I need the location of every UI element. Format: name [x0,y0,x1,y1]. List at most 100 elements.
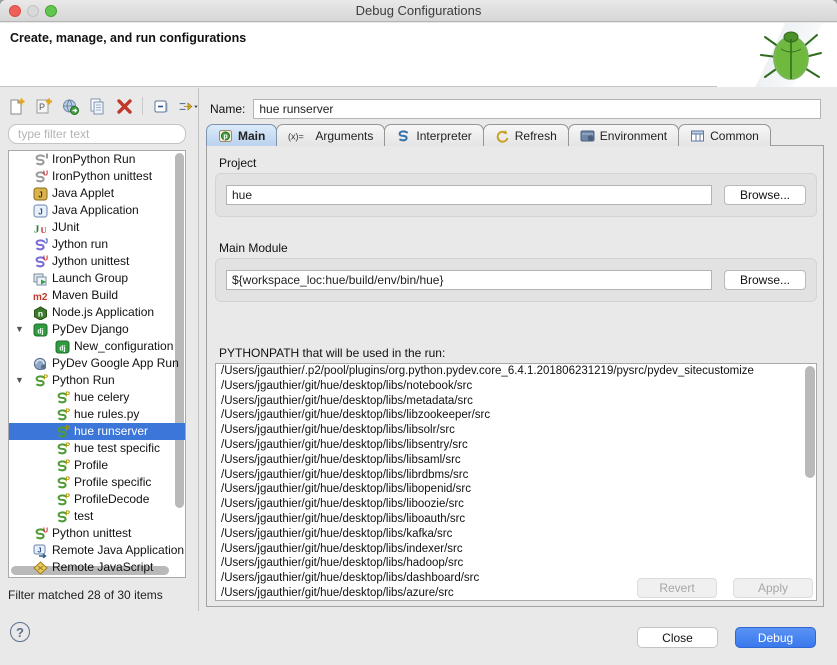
tree-item-profiledecode[interactable]: PProfileDecode [9,491,185,508]
new-configuration-icon[interactable] [6,96,26,116]
tab-refresh[interactable]: Refresh [483,124,569,146]
pythonpath-entry[interactable]: /Users/jgauthier/git/hue/desktop/libs/li… [216,512,816,527]
bug-icon [751,25,829,85]
tree-item-python-run[interactable]: ▼PPython Run [9,372,185,389]
pythonpath-entry[interactable]: /Users/jgauthier/git/hue/desktop/libs/no… [216,379,816,394]
pythonpath-label: PYTHONPATH that will be used in the run: [219,346,445,360]
collapse-all-icon[interactable] [151,96,171,116]
config-tabs: pMain(x)=ArgumentsInterpreterRefreshEnvi… [206,124,770,146]
svg-text:m2: m2 [33,292,48,303]
new-prototype-icon[interactable]: P [33,96,53,116]
python-icon: P [55,442,70,456]
filter-status: Filter matched 28 of 30 items [8,588,163,602]
svg-text:dj: dj [37,328,43,335]
pythonpath-entry[interactable]: /Users/jgauthier/git/hue/desktop/libs/li… [216,408,816,423]
pythonpath-entry[interactable]: /Users/jgauthier/git/hue/desktop/libs/me… [216,394,816,409]
svg-text:J: J [34,223,40,235]
gae-icon [33,357,48,371]
project-browse-button[interactable]: Browse... [724,185,806,205]
duplicate-icon[interactable] [87,96,107,116]
tree-item-jython-unittest[interactable]: UJython unittest [9,253,185,270]
svg-text:P: P [65,493,70,500]
name-label: Name: [210,102,245,116]
tree-item-junit[interactable]: JU JUnit [9,219,185,236]
tree-item-label: hue test specific [74,440,160,457]
tree-item-python-unittest[interactable]: UPython unittest [9,525,185,542]
tree-item-label: JUnit [52,219,79,236]
expand-caret[interactable]: ▼ [15,372,24,389]
name-input[interactable] [253,99,821,119]
tree-item-hue-runserver[interactable]: Phue runserver [9,423,185,440]
tree-item-ironpython-unittest[interactable]: UIronPython unittest [9,168,185,185]
pythonpath-entry[interactable]: /Users/jgauthier/git/hue/desktop/libs/li… [216,438,816,453]
tree-item-profile[interactable]: PProfile [9,457,185,474]
pythonpath-entry[interactable]: /Users/jgauthier/git/hue/desktop/libs/in… [216,542,816,557]
svg-text:J: J [38,207,42,216]
tree-item-pydev-django[interactable]: ▼djPyDev Django [9,321,185,338]
python-unittest-icon: U [33,527,48,541]
pythonpath-entry[interactable]: /Users/jgauthier/git/hue/desktop/libs/ka… [216,527,816,542]
tab-environment[interactable]: Environment [568,124,679,146]
export-configuration-icon[interactable] [60,96,80,116]
filter-launch-icon[interactable] [178,96,198,116]
tree-item-java-application[interactable]: JJava Application [9,202,185,219]
python-icon: P [55,510,70,524]
tree-item-hue-test-specific[interactable]: Phue test specific [9,440,185,457]
svg-text:P: P [38,102,44,112]
tree-item-hue-celery[interactable]: Phue celery [9,389,185,406]
delete-icon[interactable] [114,96,134,116]
svg-text:U: U [41,225,47,235]
tree-item-label: Profile [74,457,108,474]
expand-caret[interactable]: ▼ [15,321,24,338]
apply-button[interactable]: Apply [733,578,813,598]
project-input[interactable] [226,185,712,205]
project-group-label: Project [219,156,256,170]
filter-input[interactable] [8,124,186,144]
node-icon: n [33,306,48,320]
tree-item-hue-rules-py[interactable]: Phue rules.py [9,406,185,423]
titlebar: Debug Configurations [0,0,837,22]
revert-button[interactable]: Revert [637,578,717,598]
close-button[interactable]: Close [637,627,718,648]
pythonpath-list[interactable]: /Users/jgauthier/.p2/pool/plugins/org.py… [215,363,817,601]
main-module-input[interactable] [226,270,712,290]
tab-common[interactable]: Common [678,124,771,146]
main-module-browse-button[interactable]: Browse... [724,270,806,290]
tree-item-remote-javascript[interactable]: Remote JavaScript [9,559,185,576]
pythonpath-entry[interactable]: /Users/jgauthier/git/hue/desktop/libs/ha… [216,556,816,571]
tree-item-label: Python Run [52,372,115,389]
maven-icon: m2 [33,289,48,303]
tab-interpreter[interactable]: Interpreter [384,124,483,146]
tree-item-remote-java-application[interactable]: JRemote Java Application [9,542,185,559]
svg-text:p: p [223,133,227,140]
svg-text:dj: dj [59,345,65,352]
tab-arguments[interactable]: (x)=Arguments [276,124,385,146]
svg-text:P: P [65,510,70,517]
pythonpath-entry[interactable]: /Users/jgauthier/git/hue/desktop/libs/li… [216,482,816,497]
tree-item-profile-specific[interactable]: P Profile specific [9,474,185,491]
tree-item-ironpython-run[interactable]: IIronPython Run [9,151,185,168]
pythonpath-entry[interactable]: /Users/jgauthier/git/hue/desktop/libs/li… [216,468,816,483]
pythonpath-entry[interactable]: /Users/jgauthier/git/hue/desktop/libs/li… [216,423,816,438]
pythonpath-entry[interactable]: /Users/jgauthier/.p2/pool/plugins/org.py… [216,364,816,379]
tree-item-pydev-google-app-run[interactable]: PyDev Google App Run [9,355,185,372]
tree-item-jython-run[interactable]: JJython run [9,236,185,253]
tree-item-maven-build[interactable]: m2Maven Build [9,287,185,304]
pythonpath-entry[interactable]: /Users/jgauthier/git/hue/desktop/libs/li… [216,453,816,468]
tree-item-label: Profile specific [74,474,151,491]
tree-item-test[interactable]: Ptest [9,508,185,525]
debug-configurations-dialog: Debug Configurations Create, manage, and… [0,0,837,665]
pythonpath-entry[interactable]: /Users/jgauthier/git/hue/desktop/libs/li… [216,497,816,512]
pythonpath-scrollbar[interactable] [805,366,815,478]
tree-item-launch-group[interactable]: Launch Group [9,270,185,287]
project-group: Browse... [215,173,817,217]
help-icon[interactable]: ? [10,622,30,642]
svg-text:P: P [65,476,70,483]
tree-item-new-configuration[interactable]: djNew_configuration [9,338,185,355]
debug-button[interactable]: Debug [735,627,816,648]
tree-item-node-js-application[interactable]: nNode.js Application [9,304,185,321]
tab-main[interactable]: pMain [206,124,277,146]
tree-item-label: Java Applet [52,185,114,202]
tree-item-java-applet[interactable]: JJava Applet [9,185,185,202]
python-icon: P [55,408,70,422]
